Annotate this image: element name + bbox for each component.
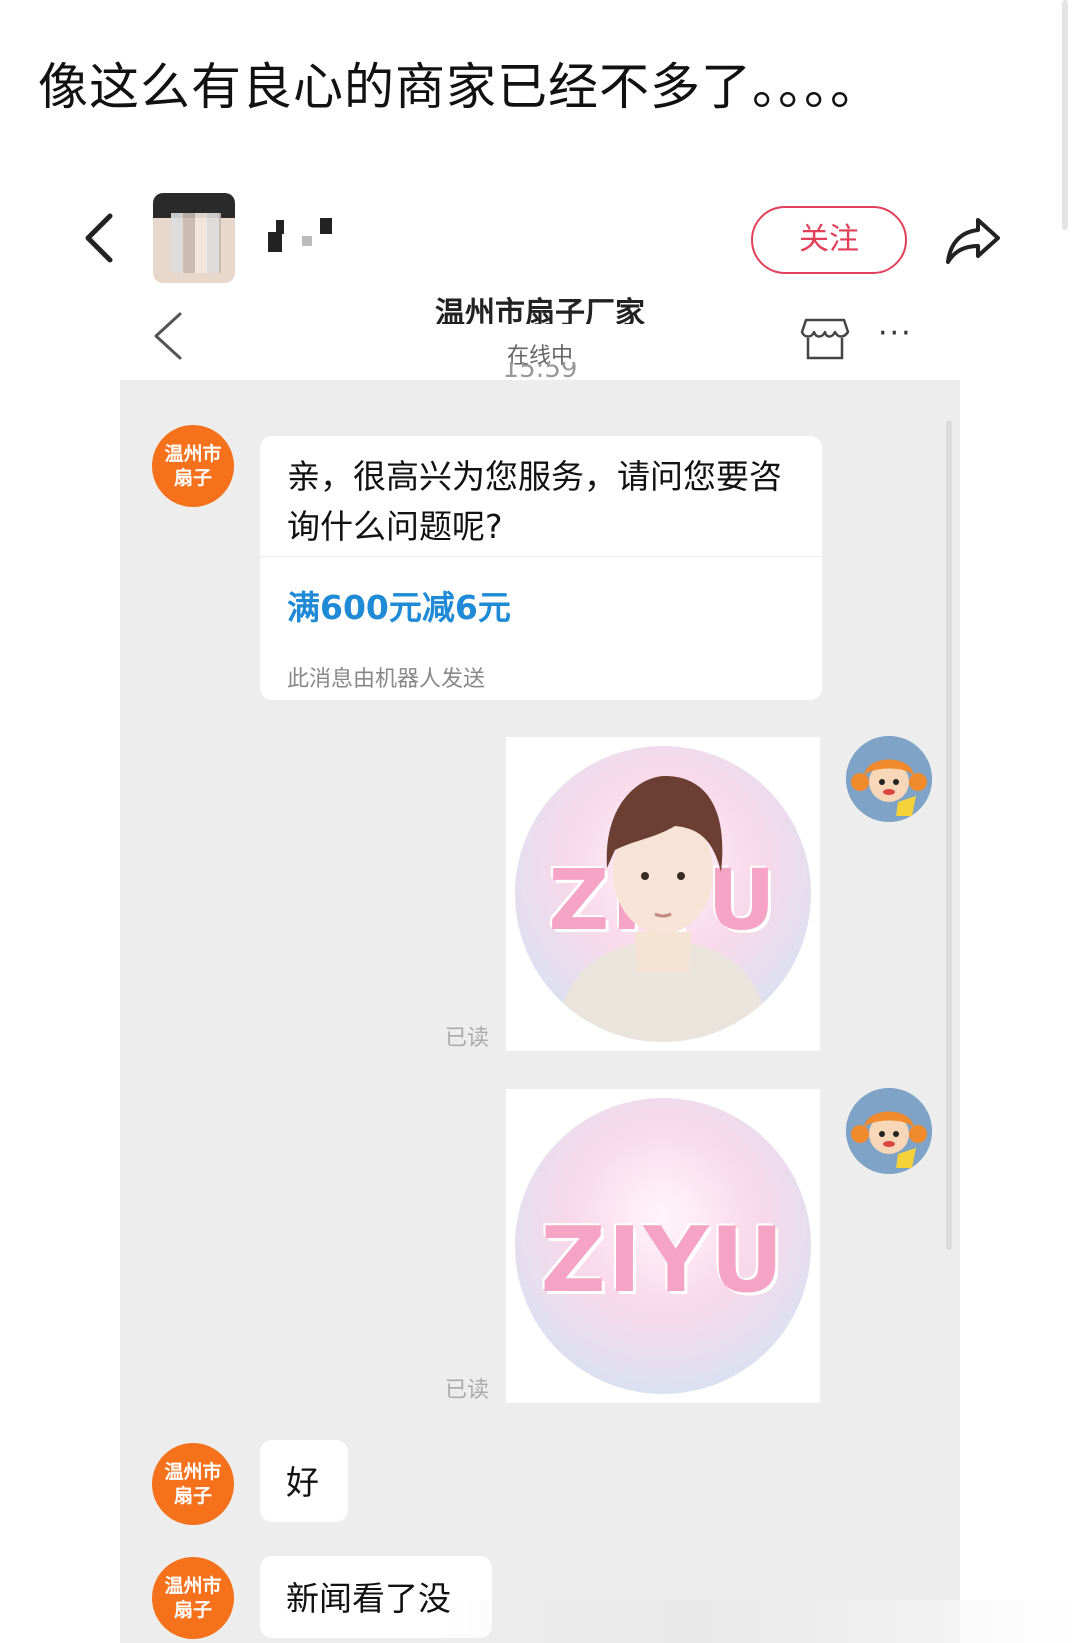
promo-link[interactable]: 满600元减6元 xyxy=(287,581,511,629)
seller-avatar-line2: 扇子 xyxy=(173,1599,212,1621)
reply-message: 好 xyxy=(286,1463,319,1502)
logo-image: ZIYU xyxy=(515,1098,811,1394)
idol-photo-image: ZIYU xyxy=(515,746,811,1042)
reply-message: 新闻看了没 xyxy=(286,1579,451,1618)
seller-avatar[interactable]: 温州市 扇子 xyxy=(152,425,234,507)
post-caption: 像这么有良心的商家已经不多了。。。。 xyxy=(38,58,881,116)
chat-scrollbar[interactable] xyxy=(946,420,952,1250)
seller-avatar-line1: 温州市 xyxy=(164,1461,222,1483)
seller-avatar[interactable]: 温州市 扇子 xyxy=(152,1443,234,1525)
user-avatar[interactable] xyxy=(846,736,932,822)
read-receipt: 已读 xyxy=(445,1378,490,1403)
seller-message-bubble[interactable]: 亲，很高兴为您服务，请问您要咨询什么问题呢? 满600元减6元 此消息由机器人发… xyxy=(260,436,822,700)
image-logo-text: ZIYU xyxy=(540,1208,786,1313)
image-message[interactable]: ZIYU xyxy=(506,737,820,1051)
blurred-avatar-image xyxy=(171,213,221,273)
cartoon-avatar-icon xyxy=(846,736,932,822)
read-receipt: 已读 xyxy=(445,1026,490,1051)
bubble-divider xyxy=(260,556,822,557)
seller-avatar-line1: 温州市 xyxy=(164,443,222,465)
seller-avatar-line2: 扇子 xyxy=(173,1485,212,1507)
watermark-image xyxy=(440,1600,1080,1643)
avatar[interactable] xyxy=(153,193,235,283)
seller-avatar[interactable]: 温州市 扇子 xyxy=(152,1557,234,1639)
message-timestamp: 15:59 xyxy=(502,362,578,384)
page-scrollbar[interactable] xyxy=(1062,0,1068,230)
seller-avatar-line1: 温州市 xyxy=(164,1575,222,1597)
chat-back-icon[interactable] xyxy=(150,310,186,362)
greeting-message: 亲，很高兴为您服务，请问您要咨询什么问题呢? xyxy=(287,457,782,546)
cartoon-avatar-icon xyxy=(846,1088,932,1174)
username-redacted xyxy=(262,218,352,258)
seller-avatar-line2: 扇子 xyxy=(173,467,212,489)
back-icon[interactable] xyxy=(80,210,120,266)
robot-note: 此消息由机器人发送 xyxy=(287,667,486,692)
user-avatar[interactable] xyxy=(846,1088,932,1174)
seller-message-bubble[interactable]: 好 xyxy=(260,1440,348,1522)
image-message[interactable]: ZIYU xyxy=(506,1089,820,1403)
person-photo xyxy=(555,776,771,1042)
store-icon[interactable] xyxy=(800,312,850,362)
follow-button[interactable]: 关注 xyxy=(751,206,907,274)
shop-title: 温州市扇子厂家 xyxy=(435,296,645,324)
share-icon[interactable] xyxy=(942,214,1002,268)
more-icon[interactable]: ··· xyxy=(878,316,913,351)
